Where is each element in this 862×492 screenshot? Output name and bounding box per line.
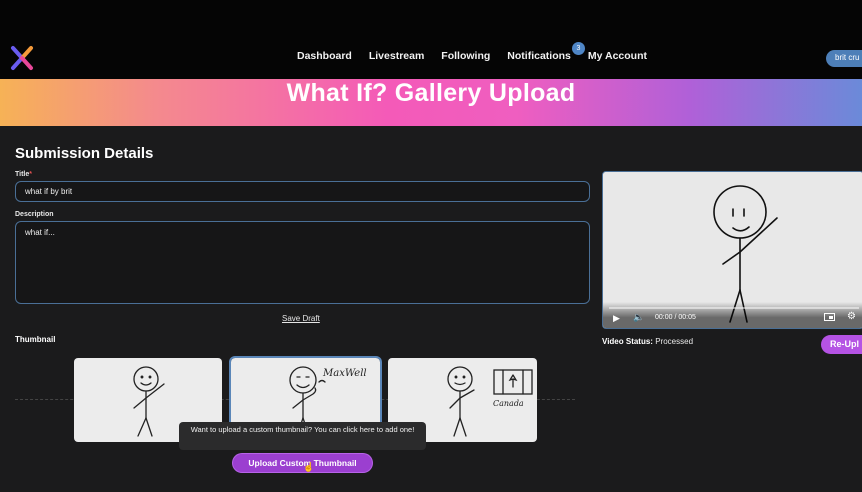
pointer-cursor-icon: ☝ (303, 462, 315, 472)
nav-dashboard[interactable]: Dashboard (297, 50, 352, 62)
thumbnail-label: Thumbnail (15, 335, 56, 344)
picture-in-picture-icon[interactable] (824, 313, 835, 321)
user-menu-chip[interactable]: brit cru (826, 50, 862, 67)
nav-my-account[interactable]: My Account (588, 50, 647, 62)
page-title: What If? Gallery Upload (286, 79, 576, 107)
title-label: Title* (15, 171, 32, 178)
canada-handwriting: Canada (493, 399, 524, 408)
description-label: Description (15, 211, 54, 218)
video-status: Video Status: Processed (602, 337, 693, 346)
section-title: Submission Details (15, 145, 154, 162)
video-player[interactable]: ▶ 🔈 00:00 / 00:05 ⚙ (602, 171, 862, 329)
nav-following[interactable]: Following (441, 50, 490, 62)
top-navbar: Dashboard Livestream Following Notificat… (0, 0, 862, 80)
custom-thumbnail-tooltip: Want to upload a custom thumbnail? You c… (179, 422, 426, 450)
video-status-value: Processed (655, 337, 694, 346)
settings-gear-icon[interactable]: ⚙ (847, 311, 856, 322)
app-logo-icon[interactable] (10, 44, 34, 72)
video-time: 00:00 / 00:05 (655, 314, 696, 321)
title-label-text: Title (15, 171, 30, 178)
nav-notifications-label: Notifications (507, 50, 571, 62)
nav-notifications[interactable]: Notifications 3 (507, 42, 585, 62)
video-controls-bar: ▶ 🔈 00:00 / 00:05 ⚙ (603, 302, 862, 328)
description-textarea[interactable]: what if... (15, 221, 590, 304)
page-banner: What If? Gallery Upload (0, 79, 862, 126)
notification-count-badge: 3 (571, 42, 585, 55)
submission-panel: Submission Details Title* what if by bri… (0, 126, 862, 492)
video-status-label: Video Status: (602, 337, 653, 346)
title-input[interactable]: what if by brit (15, 181, 590, 202)
maxwell-handwriting: MaxWell (322, 368, 367, 379)
required-marker: * (29, 171, 32, 178)
video-progress-bar[interactable] (609, 307, 859, 309)
save-draft-link[interactable]: Save Draft (282, 314, 320, 323)
nav-livestream[interactable]: Livestream (369, 50, 424, 62)
reupload-button[interactable]: Re-Upl (821, 335, 862, 354)
volume-icon[interactable]: 🔈 (633, 312, 644, 323)
main-nav: Dashboard Livestream Following Notificat… (297, 42, 647, 62)
play-icon[interactable]: ▶ (613, 313, 620, 324)
